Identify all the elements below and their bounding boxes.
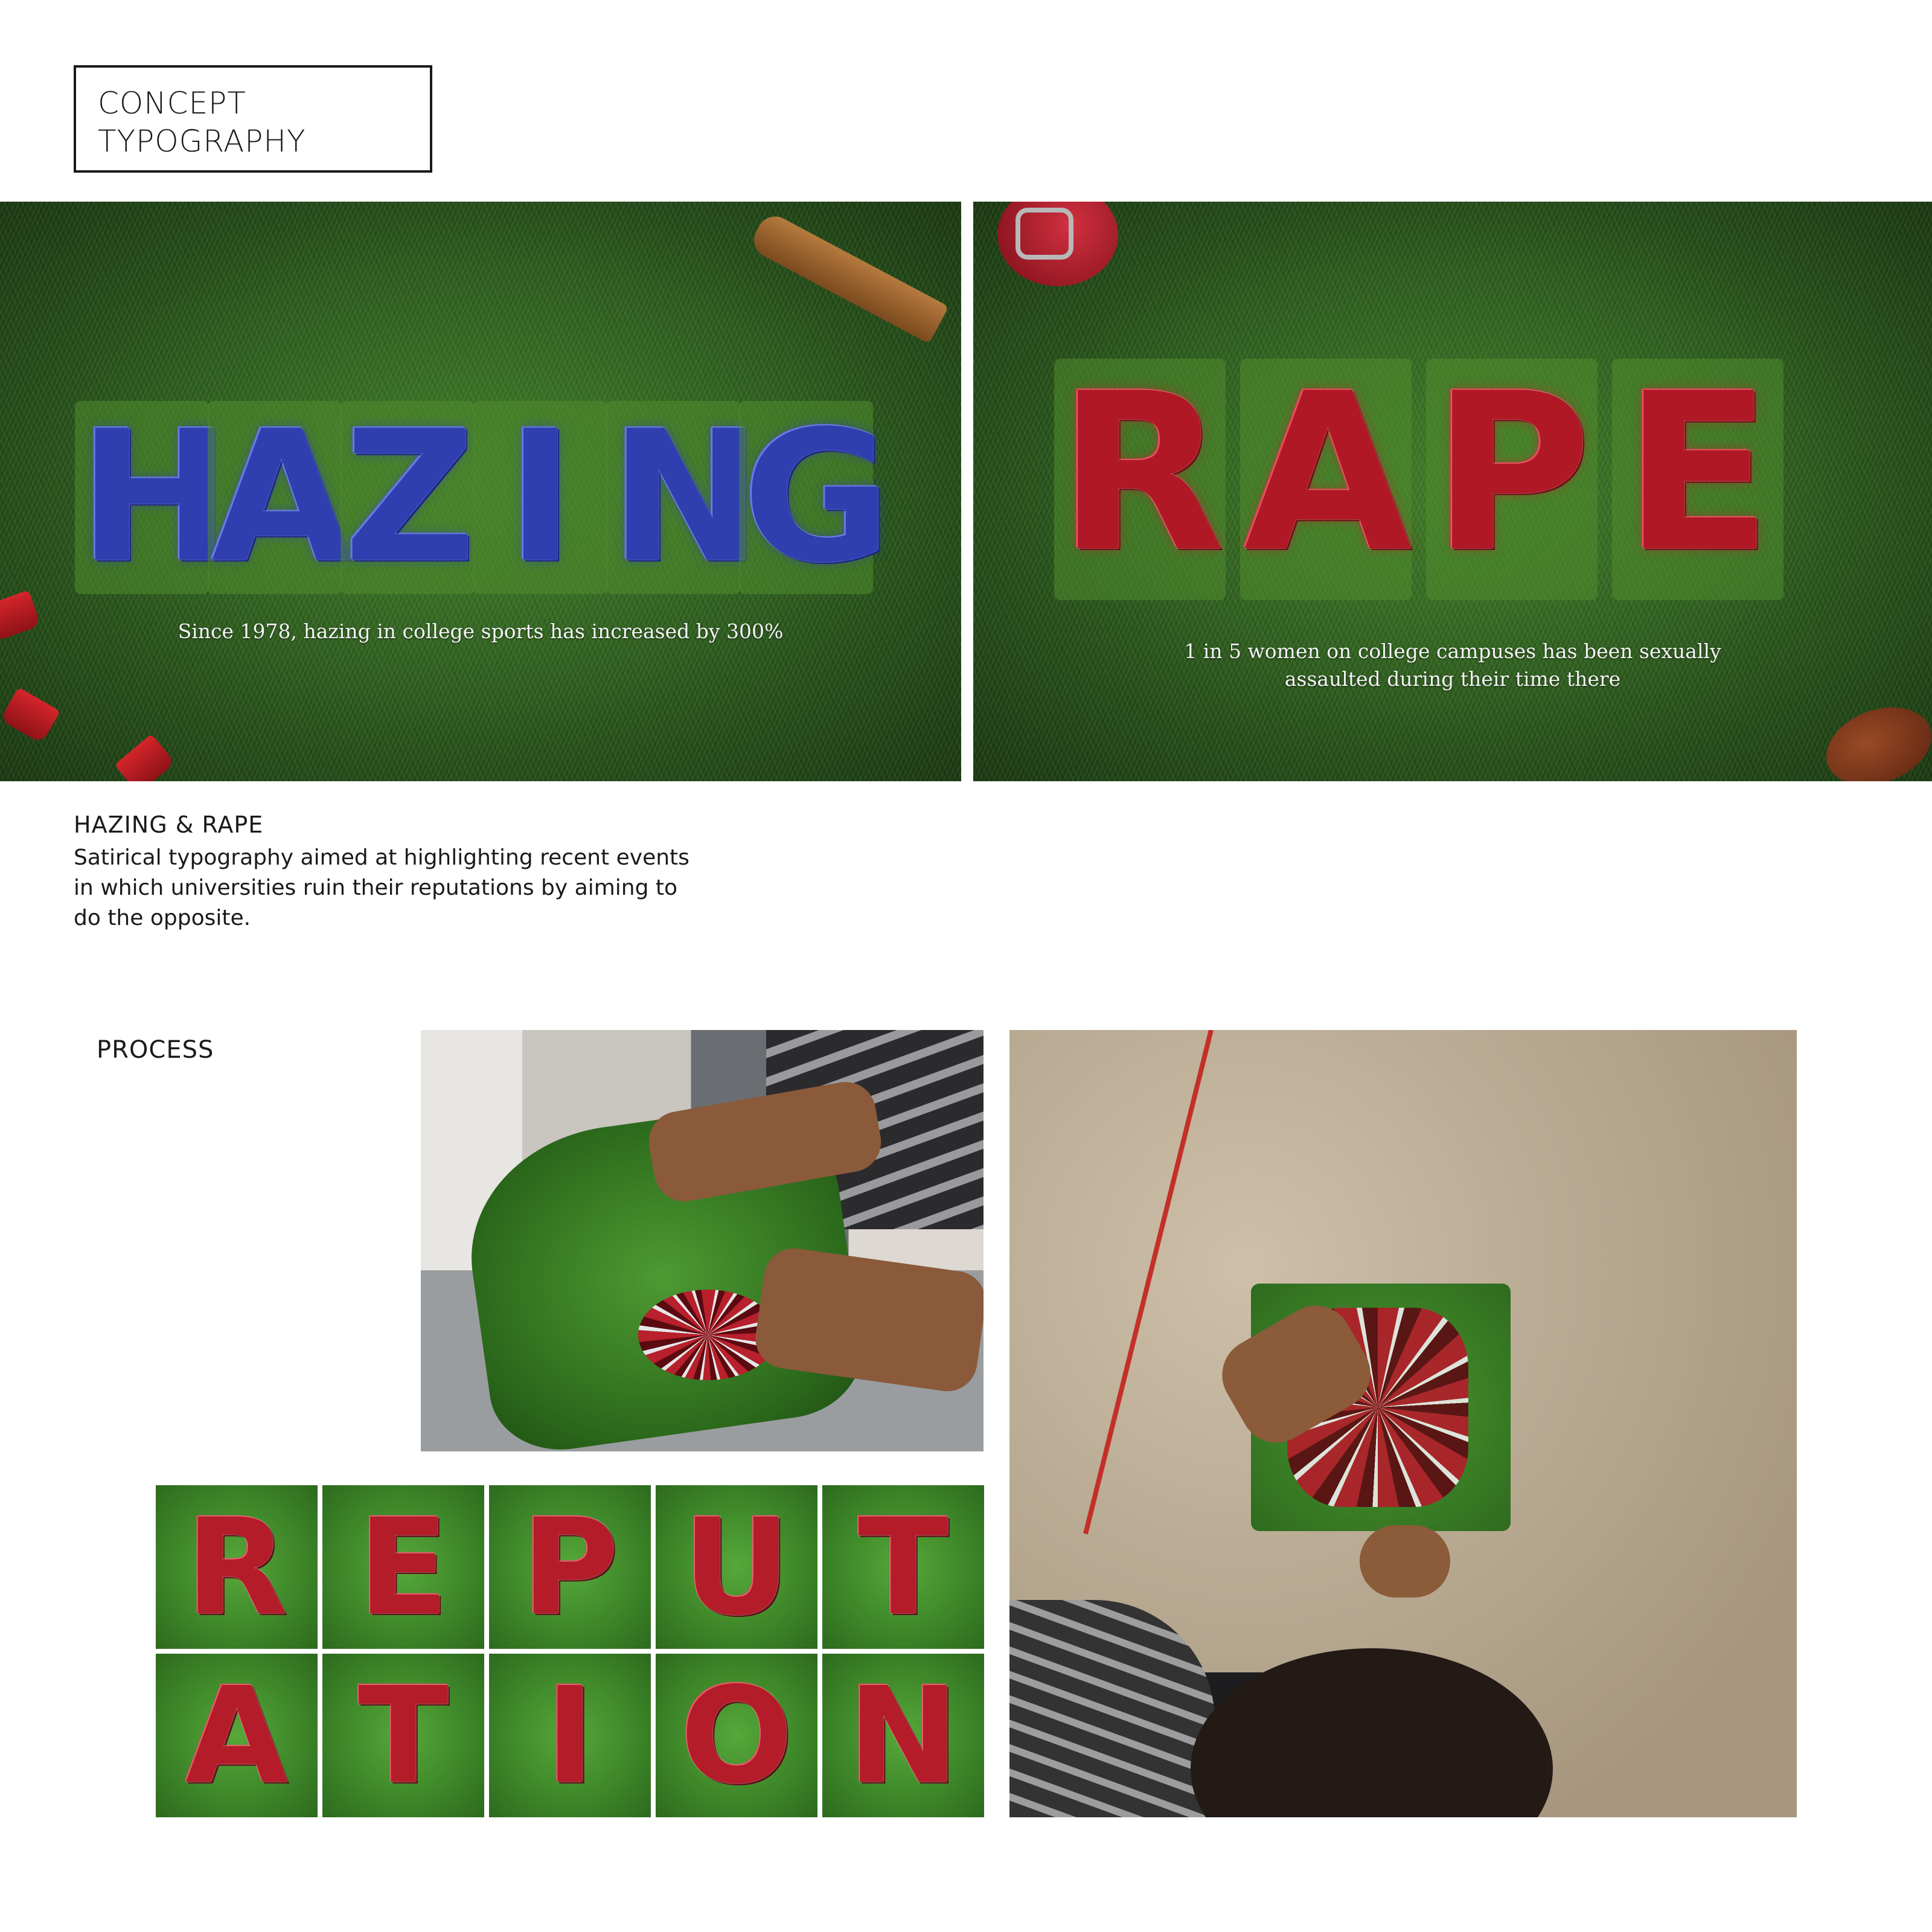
description-line-3: do the opposite. — [74, 906, 251, 930]
letter-tile: O — [656, 1654, 817, 1817]
rape-letter: A — [1240, 359, 1412, 600]
rape-letter: R — [1054, 359, 1226, 600]
letter-tile: I — [489, 1654, 651, 1817]
letter-tile: P — [489, 1485, 651, 1649]
letter-tile: T — [322, 1654, 484, 1817]
hazing-panel: H A Z I N G Since 1978, hazing in colleg… — [0, 202, 961, 781]
letter-tile: R — [156, 1485, 318, 1649]
hazing-caption: Since 1978, hazing in college sports has… — [178, 619, 784, 643]
letter-tile: A — [156, 1654, 318, 1817]
project-title: HAZING & RAPE — [74, 811, 264, 838]
cup-prop — [114, 734, 176, 781]
description-line-1: Satirical typography aimed at highlighti… — [74, 845, 689, 870]
rape-letter: P — [1426, 359, 1598, 600]
title-line-2: TYPOGRAPHY — [98, 124, 306, 159]
helmet-prop — [997, 202, 1118, 286]
process-photo-floor — [1009, 1030, 1797, 1817]
letter-tile: E — [322, 1485, 484, 1649]
hazing-letter: A — [208, 401, 351, 594]
hazing-letter: I — [473, 401, 607, 594]
project-description: Satirical typography aimed at highlighti… — [74, 843, 702, 933]
football-prop — [1815, 693, 1932, 781]
rape-word: R A P E — [1054, 359, 1783, 600]
hazing-letter: Z — [341, 401, 476, 594]
paddle-prop — [747, 210, 949, 344]
rape-letter: E — [1612, 359, 1783, 600]
rape-caption: 1 in 5 women on college campuses has bee… — [973, 638, 1932, 693]
letter-tile: T — [822, 1485, 984, 1649]
letter-tile: U — [656, 1485, 817, 1649]
description-line-2: in which universities ruin their reputat… — [74, 875, 678, 900]
title-line-1: CONCEPT — [98, 86, 246, 121]
rape-caption-line-2: assaulted during their time there — [1284, 667, 1621, 691]
rape-caption-line-1: 1 in 5 women on college campuses has bee… — [1184, 639, 1721, 663]
hazing-letter: N — [606, 401, 761, 594]
hazing-letter: H — [75, 401, 230, 594]
process-photo-hands — [421, 1030, 984, 1451]
rape-panel: R A P E 1 in 5 women on college campuses… — [973, 202, 1932, 781]
hazing-letter: G — [739, 401, 891, 594]
letter-tiles-grid: R E P U T A T I O N — [156, 1485, 984, 1817]
title-box: CONCEPT TYPOGRAPHY — [74, 65, 432, 173]
cup-prop — [0, 687, 61, 744]
process-label: PROCESS — [97, 1036, 214, 1064]
letter-tile: N — [822, 1654, 984, 1817]
hazing-word: H A Z I N G — [75, 401, 891, 594]
